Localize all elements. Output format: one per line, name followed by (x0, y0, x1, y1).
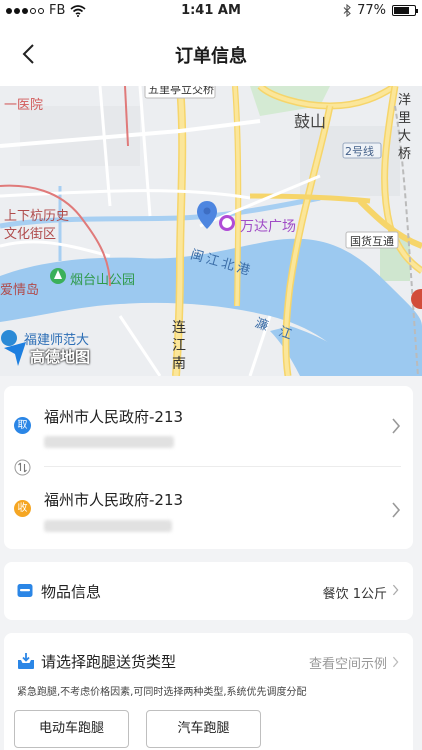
map-label-yantai: 烟台山公园 (70, 273, 136, 288)
map-label-lianjiang: 连 江 南 (172, 319, 186, 373)
navigation-header: 订单信息 (0, 22, 422, 86)
map-label-yangli: 洋里大桥 (398, 93, 412, 162)
option-electric-bike-button[interactable]: 电动车跑腿 (14, 710, 129, 748)
delivery-contact-redacted (44, 520, 172, 532)
delivery-address-row[interactable]: 收 福州市人民政府-213 (4, 468, 413, 540)
inbox-download-icon (18, 653, 34, 669)
route-map[interactable]: 五里亭立交桥 一医院 鼓山 洋里大桥 2号线 上下杭历史 文化街区 万达广场 国… (0, 86, 422, 376)
goods-value: 餐饮 1公斤 (322, 587, 387, 602)
goods-label: 物品信息 (41, 583, 102, 601)
map-label-lianjiang-3: 南 (172, 356, 186, 372)
chevron-right-icon (392, 502, 401, 518)
address-divider (44, 466, 401, 467)
status-right: 77% (343, 3, 418, 18)
map-label-gushan: 鼓山 (294, 112, 327, 131)
address-card: 取 福州市人民政府-213 收 福州市人民政府-213 (4, 386, 413, 549)
status-bar: FB 1:41 AM 77% (0, 0, 422, 22)
battery-fill (394, 7, 410, 14)
map-label-wanda: 万达广场 (240, 219, 296, 235)
battery-icon (392, 5, 418, 16)
delivery-badge: 收 (14, 500, 31, 517)
pickup-contact-redacted (44, 436, 174, 448)
delivery-type-card: 请选择跑腿送货类型 查看空间示例 紧急跑腿,不考虑价格因素,可同时选择两种类型,… (4, 633, 413, 750)
map-label-hospital: 一医院 (4, 98, 44, 113)
map-label-shangxiahang: 上下杭历史 文化街区 (4, 208, 69, 244)
map-label-aiqing: 爱情岛 (0, 283, 40, 298)
map-logo: 高德地图 (30, 348, 91, 366)
chevron-right-icon (392, 418, 401, 434)
map-label-shangxiahang-line-2: 文化街区 (4, 227, 57, 242)
map-label-lianjiang-1: 连 (172, 320, 186, 336)
view-space-example-link[interactable]: 查看空间示例 (309, 653, 387, 672)
pickup-badge: 取 (14, 417, 31, 434)
map-label-top-road: 五里亭立交桥 (148, 86, 214, 96)
delivery-address-title: 福州市人民政府-213 (44, 491, 184, 509)
option-car-button[interactable]: 汽车跑腿 (146, 710, 261, 748)
delivery-type-description: 紧急跑腿,不考虑价格因素,可同时选择两种类型,系统优先调度分配 (17, 687, 307, 698)
delivery-type-title: 请选择跑腿送货类型 (41, 653, 177, 671)
bluetooth-icon (343, 4, 351, 17)
goods-info-row[interactable]: 物品信息 餐饮 1公斤 (4, 562, 413, 620)
battery-percent: 77% (357, 3, 386, 18)
pickup-address-title: 福州市人民政府-213 (44, 408, 184, 426)
chevron-right-icon (392, 656, 399, 668)
map-label-shangxiahang-line-1: 上下杭历史 (4, 209, 70, 224)
map-label-lianjiang-2: 江 (172, 338, 186, 354)
chevron-right-icon (392, 584, 399, 596)
page-title: 订单信息 (175, 46, 247, 67)
package-icon (17, 584, 33, 597)
map-label-guohuo: 国货互通 (350, 235, 394, 248)
map-label-line2: 2号线 (345, 145, 374, 158)
pickup-address-row[interactable]: 取 福州市人民政府-213 (4, 386, 413, 458)
